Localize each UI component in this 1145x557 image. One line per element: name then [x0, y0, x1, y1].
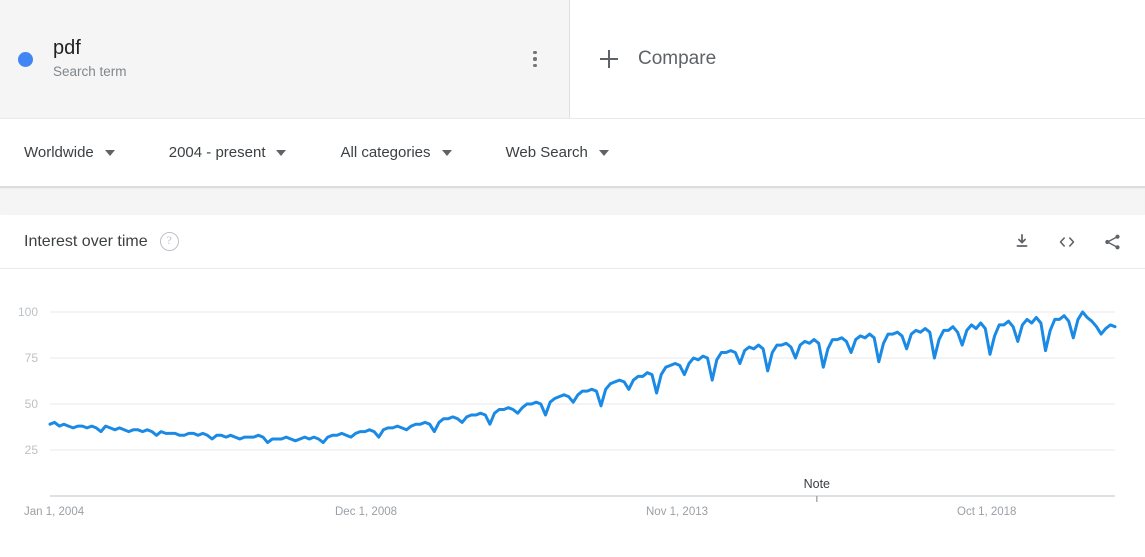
- page-title: Interest over time: [24, 232, 148, 250]
- chart-svg: 25 50 75 100 Jan 1, 2004 Dec 1, 2008 Nov 1, 20…: [18, 305, 1117, 518]
- x-axis-tick: Nov 1, 2013: [646, 506, 708, 518]
- chevron-down-icon: [104, 149, 115, 156]
- chart-card-header: Interest over time ?: [0, 215, 1145, 269]
- filter-search-type[interactable]: Web Search: [506, 144, 609, 161]
- filter-time-range-label: 2004 - present: [168, 144, 266, 161]
- filter-bar: Worldwide 2004 - present All categories …: [0, 118, 1145, 186]
- chevron-down-icon: [598, 149, 609, 156]
- filter-time-range[interactable]: 2004 - present: [169, 144, 287, 161]
- y-axis-tick: 50: [25, 397, 39, 411]
- x-axis-tick: Dec 1, 2008: [335, 506, 397, 518]
- x-axis-tick: Oct 1, 2018: [957, 506, 1016, 518]
- plus-icon: [600, 50, 618, 68]
- y-axis-tick: 100: [18, 305, 38, 319]
- search-term-bar: pdf Search term Compare: [0, 0, 1145, 118]
- chart-note-label[interactable]: Note: [804, 477, 830, 491]
- search-term-type: Search term: [53, 64, 127, 79]
- compare-label: Compare: [638, 48, 717, 69]
- y-axis-tick: 25: [25, 443, 39, 457]
- filter-location-label: Worldwide: [24, 144, 94, 161]
- y-axis-tick: 75: [25, 351, 39, 365]
- share-icon[interactable]: [1102, 232, 1123, 252]
- interest-over-time-chart[interactable]: 25 50 75 100 Jan 1, 2004 Dec 1, 2008 Nov 1, 20…: [0, 269, 1145, 557]
- more-vert-icon[interactable]: [525, 48, 545, 70]
- filter-category[interactable]: All categories: [340, 144, 452, 161]
- search-term-name: pdf: [53, 37, 81, 59]
- chevron-down-icon: [441, 149, 452, 156]
- search-term-texts: pdf Search term: [53, 36, 127, 82]
- compare-button[interactable]: Compare: [570, 0, 1145, 118]
- chart-line-pdf: [48, 310, 1117, 445]
- chart-actions: [1012, 232, 1123, 252]
- filter-search-type-label: Web Search: [505, 144, 588, 161]
- embed-code-icon[interactable]: [1056, 232, 1078, 252]
- help-circle-icon[interactable]: ?: [159, 232, 179, 251]
- section-separator: [0, 186, 1145, 215]
- filter-category-label: All categories: [340, 144, 431, 161]
- search-term-card[interactable]: pdf Search term: [0, 0, 570, 118]
- download-icon[interactable]: [1012, 232, 1032, 252]
- interest-over-time-card: Interest over time ? 25 50 75 100 Jan 1, 200…: [0, 215, 1145, 557]
- series-color-dot: [18, 51, 33, 67]
- filter-location[interactable]: Worldwide: [24, 144, 115, 161]
- chevron-down-icon: [276, 149, 287, 156]
- x-axis-tick: Jan 1, 2004: [24, 506, 85, 518]
